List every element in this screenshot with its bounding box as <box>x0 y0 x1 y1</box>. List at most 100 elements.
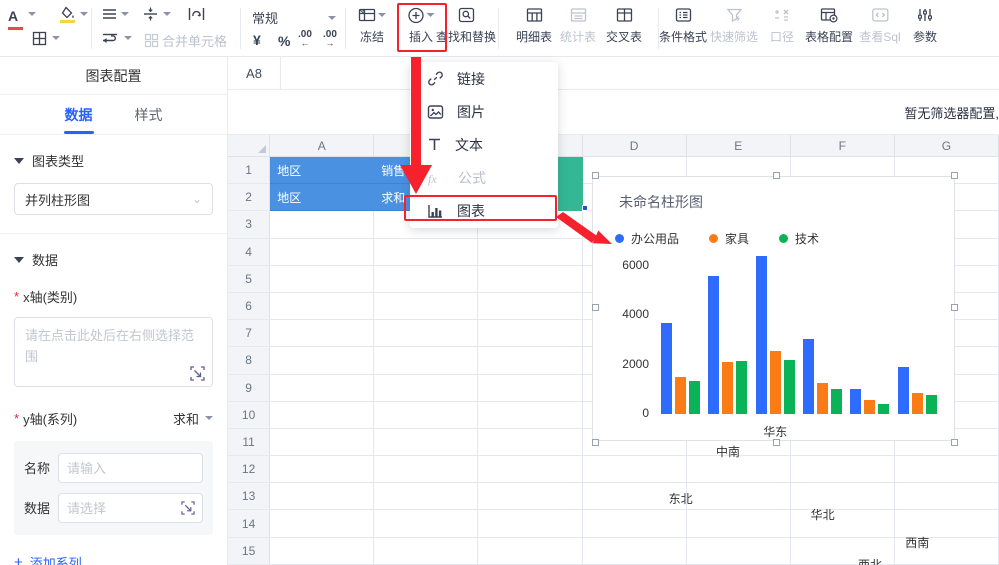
data-section[interactable]: 数据 <box>14 250 213 269</box>
bar-办公用品-西北[interactable] <box>850 389 861 414</box>
cell-D12[interactable] <box>583 456 687 483</box>
row-header-13[interactable]: 13 <box>228 483 270 510</box>
row-header-4[interactable]: 4 <box>228 239 270 266</box>
borders-caret[interactable] <box>52 36 60 40</box>
fill-color-caret[interactable] <box>80 12 88 16</box>
cell-C7[interactable] <box>478 320 582 347</box>
cell-D15[interactable] <box>583 538 687 565</box>
cell-C5[interactable] <box>478 266 582 293</box>
cross-table-button[interactable]: 交叉表 <box>606 5 642 45</box>
resize-handle[interactable] <box>951 439 958 446</box>
cell-A4[interactable] <box>270 239 374 266</box>
resize-handle[interactable] <box>592 439 599 446</box>
range-select-icon[interactable] <box>181 501 195 515</box>
cell-A2[interactable]: 地区 <box>270 184 374 211</box>
legend-item[interactable]: 办公用品 <box>615 230 679 247</box>
currency-button[interactable]: ¥ <box>253 32 261 48</box>
cell-C4[interactable] <box>478 239 582 266</box>
row-header-2[interactable]: 2 <box>228 184 270 211</box>
cell-A9[interactable] <box>270 375 374 402</box>
cell-B4[interactable] <box>374 239 478 266</box>
add-series-button[interactable]: + 添加系列 <box>14 553 213 565</box>
cell-B14[interactable] <box>374 510 478 537</box>
resize-handle[interactable] <box>592 172 599 179</box>
row-header-10[interactable]: 10 <box>228 402 270 429</box>
formula-input[interactable] <box>281 57 999 89</box>
cell-A6[interactable] <box>270 293 374 320</box>
cell-B10[interactable] <box>374 402 478 429</box>
number-format-select[interactable]: 常规 <box>252 8 336 27</box>
cell-C11[interactable] <box>478 429 582 456</box>
cell-B12[interactable] <box>374 456 478 483</box>
tab-style[interactable]: 样式 <box>135 95 163 134</box>
bar-办公用品-华东[interactable] <box>756 256 767 414</box>
bar-家具-华北[interactable] <box>817 383 828 414</box>
table-config-button[interactable]: 表格配置 <box>805 5 853 45</box>
column-header-E[interactable]: E <box>687 135 791 157</box>
bar-技术-东北[interactable] <box>689 381 700 414</box>
increase-decimal-button[interactable]: .00→ <box>323 31 337 47</box>
resize-handle[interactable] <box>773 172 780 179</box>
column-header-A[interactable]: A <box>270 135 374 157</box>
cell-B11[interactable] <box>374 429 478 456</box>
params-button[interactable]: 参数 <box>913 5 937 45</box>
cell-D14[interactable] <box>583 510 687 537</box>
insert-button[interactable]: 插入 <box>408 5 435 45</box>
conditional-format-button[interactable]: 条件格式 <box>659 5 707 45</box>
row-header-14[interactable]: 14 <box>228 510 270 537</box>
percent-button[interactable]: % <box>278 33 290 49</box>
cell-A7[interactable] <box>270 320 374 347</box>
menu-item-text[interactable]: 文本 <box>410 128 558 161</box>
text-rotate-button[interactable] <box>188 7 205 21</box>
cell-G12[interactable] <box>895 456 999 483</box>
v-align-caret[interactable] <box>163 12 171 16</box>
cell-B8[interactable] <box>374 347 478 374</box>
detail-table-button[interactable]: 明细表 <box>516 5 552 45</box>
cell-B13[interactable] <box>374 483 478 510</box>
cell-A13[interactable] <box>270 483 374 510</box>
row-header-9[interactable]: 9 <box>228 375 270 402</box>
cell-C14[interactable] <box>478 510 582 537</box>
bar-技术-华东[interactable] <box>784 360 795 414</box>
cell-C12[interactable] <box>478 456 582 483</box>
menu-item-image[interactable]: 图片 <box>410 95 558 128</box>
bar-技术-华北[interactable] <box>831 389 842 414</box>
cell-E14[interactable] <box>687 510 791 537</box>
bar-办公用品-西南[interactable] <box>898 367 909 414</box>
cell-A3[interactable] <box>270 211 374 238</box>
column-header-F[interactable]: F <box>791 135 895 157</box>
bar-办公用品-中南[interactable] <box>708 276 719 414</box>
series-name-input[interactable]: 请输入 <box>58 453 203 483</box>
v-align-button[interactable] <box>143 7 158 21</box>
h-align-caret[interactable] <box>121 12 129 16</box>
name-box[interactable]: A8 <box>228 57 281 89</box>
bar-办公用品-华北[interactable] <box>803 339 814 414</box>
resize-handle[interactable] <box>592 304 599 311</box>
tab-data[interactable]: 数据 <box>65 95 93 134</box>
bar-技术-中南[interactable] <box>736 361 747 414</box>
x-axis-range-input[interactable]: 请在点击此处后在右侧选择范围 <box>14 317 213 387</box>
bar-技术-西北[interactable] <box>878 404 889 414</box>
row-header-12[interactable]: 12 <box>228 456 270 483</box>
font-color-button[interactable]: A <box>8 8 18 26</box>
cell-F13[interactable] <box>791 483 895 510</box>
cell-A1[interactable]: 地区 <box>270 157 374 184</box>
cell-C9[interactable] <box>478 375 582 402</box>
row-header-1[interactable]: 1 <box>228 157 270 184</box>
resize-handle[interactable] <box>951 304 958 311</box>
series-data-input[interactable]: 请选择 <box>58 493 203 523</box>
find-replace-button[interactable]: 查找和替换 <box>436 5 496 45</box>
bar-家具-东北[interactable] <box>675 377 686 414</box>
select-all-corner[interactable] <box>228 135 270 157</box>
resize-handle[interactable] <box>773 439 780 446</box>
legend-item[interactable]: 家具 <box>709 230 749 247</box>
bar-技术-西南[interactable] <box>926 395 937 414</box>
bar-家具-西北[interactable] <box>864 400 875 414</box>
cell-B5[interactable] <box>374 266 478 293</box>
cell-F14[interactable] <box>791 510 895 537</box>
resize-handle[interactable] <box>951 172 958 179</box>
bar-家具-西南[interactable] <box>912 393 923 414</box>
text-wrap-button[interactable] <box>102 32 118 44</box>
cell-A14[interactable] <box>270 510 374 537</box>
cell-A15[interactable] <box>270 538 374 565</box>
